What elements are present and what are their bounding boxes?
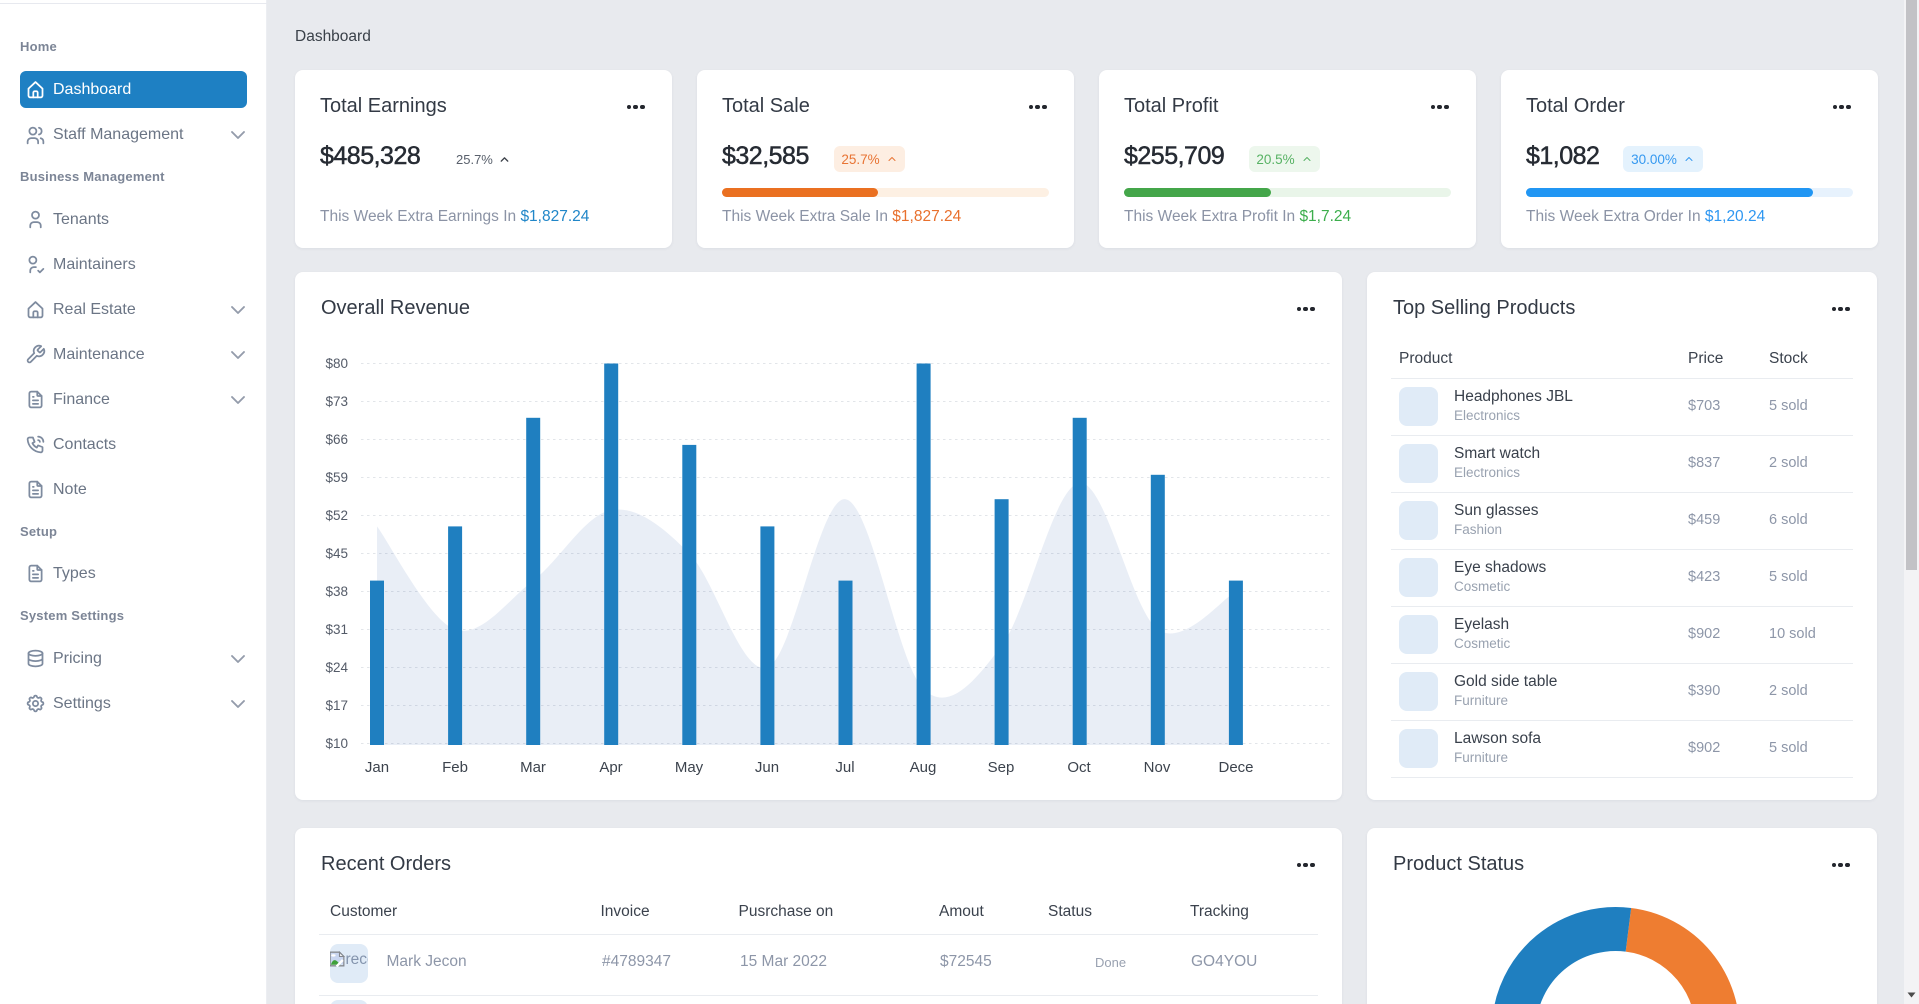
svg-text:Jun: Jun (755, 759, 779, 776)
svg-text:$24: $24 (325, 660, 348, 675)
svg-text:$38: $38 (325, 584, 348, 599)
svg-text:Aug: Aug (910, 759, 937, 776)
svg-text:Jul: Jul (835, 759, 854, 776)
svg-text:Dece: Dece (1218, 759, 1253, 776)
svg-text:Jan: Jan (365, 759, 389, 776)
svg-text:$73: $73 (325, 394, 348, 409)
svg-text:May: May (675, 759, 704, 776)
svg-text:Sep: Sep (988, 759, 1015, 776)
svg-text:$52: $52 (325, 508, 348, 523)
svg-text:$17: $17 (325, 698, 348, 713)
svg-text:Oct: Oct (1067, 759, 1091, 776)
svg-text:$66: $66 (325, 432, 348, 447)
svg-text:$80: $80 (325, 356, 348, 371)
svg-text:Nov: Nov (1144, 759, 1171, 776)
svg-text:Mar: Mar (520, 759, 546, 776)
svg-text:Apr: Apr (599, 759, 622, 776)
svg-text:$59: $59 (325, 470, 348, 485)
svg-text:$31: $31 (325, 622, 348, 637)
svg-text:Feb: Feb (442, 759, 468, 776)
svg-text:$10: $10 (325, 736, 348, 751)
svg-text:$45: $45 (325, 546, 348, 561)
